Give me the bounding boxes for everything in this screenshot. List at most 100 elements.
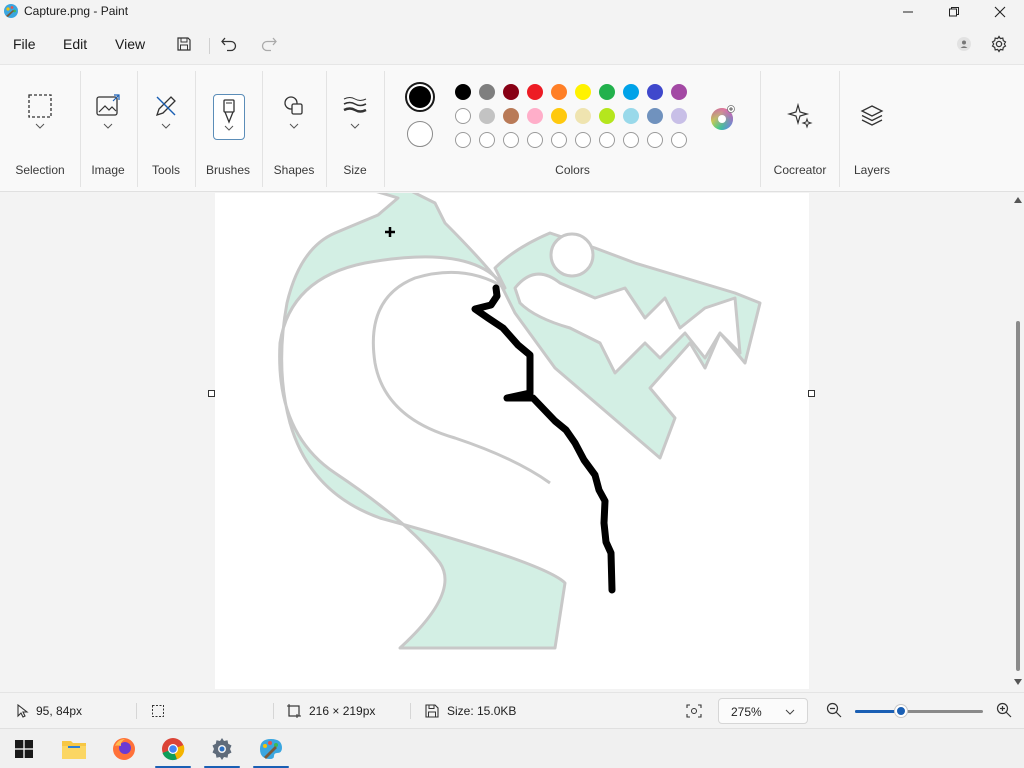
custom-color-slot[interactable] xyxy=(503,132,519,148)
restore-button[interactable] xyxy=(931,0,977,24)
file-explorer-icon[interactable] xyxy=(54,729,94,768)
account-icon[interactable] xyxy=(953,33,975,55)
color-swatch[interactable] xyxy=(599,108,615,124)
image-group: Image xyxy=(80,65,136,193)
menu-bar: File Edit View xyxy=(0,26,1024,62)
scrollbar-thumb[interactable] xyxy=(1016,321,1020,671)
status-separator xyxy=(273,703,274,719)
canvas-size-icon xyxy=(287,704,301,718)
minimize-icon xyxy=(903,11,913,13)
selection-button[interactable] xyxy=(22,93,58,141)
taskbar xyxy=(0,728,1024,768)
color-swatch[interactable] xyxy=(671,108,687,124)
cocreator-button[interactable] xyxy=(782,103,818,151)
custom-color-slot[interactable] xyxy=(671,132,687,148)
menu-edit[interactable]: Edit xyxy=(63,36,87,52)
shapes-group: Shapes xyxy=(263,65,325,193)
color-swatch[interactable] xyxy=(623,84,639,100)
color-swatch[interactable] xyxy=(599,84,615,100)
zoom-slider[interactable] xyxy=(855,710,983,713)
resize-handle-left[interactable] xyxy=(208,390,215,397)
custom-color-slot[interactable] xyxy=(479,132,495,148)
status-bar: 95, 84px 216 × 219px Size: 15.0KB 275% xyxy=(0,692,1024,728)
layers-button[interactable] xyxy=(854,103,890,151)
settings-icon[interactable] xyxy=(202,729,242,768)
cursor-position: 95, 84px xyxy=(16,704,82,718)
windows-start-icon[interactable] xyxy=(4,729,44,768)
paint-palette-icon xyxy=(3,3,19,19)
scroll-down-icon[interactable] xyxy=(1014,679,1022,685)
color-swatch[interactable] xyxy=(575,108,591,124)
zoom-out-button[interactable] xyxy=(826,702,842,718)
chrome-icon[interactable] xyxy=(153,729,193,768)
selection-rect-icon xyxy=(28,94,52,118)
color-swatch[interactable] xyxy=(575,84,591,100)
size-button[interactable] xyxy=(337,93,373,141)
color-swatch[interactable] xyxy=(455,108,471,124)
custom-color-slot[interactable] xyxy=(647,132,663,148)
paint-icon[interactable] xyxy=(251,729,291,768)
resize-handle-right[interactable] xyxy=(808,390,815,397)
drawing-canvas[interactable] xyxy=(215,193,809,689)
secondary-color-swatch[interactable] xyxy=(407,121,433,147)
zoom-in-button[interactable] xyxy=(996,702,1012,718)
color-wheel-icon xyxy=(711,105,735,130)
scroll-up-icon[interactable] xyxy=(1014,197,1022,203)
close-icon xyxy=(994,6,1006,18)
color-swatch[interactable] xyxy=(527,108,543,124)
settings-gear-icon[interactable] xyxy=(988,33,1010,55)
brushes-button[interactable] xyxy=(213,94,245,140)
custom-color-slot[interactable] xyxy=(551,132,567,148)
redo-icon[interactable] xyxy=(258,33,280,55)
size-label: Size xyxy=(343,163,367,177)
edit-colors-button[interactable] xyxy=(710,105,736,131)
color-swatch[interactable] xyxy=(647,84,663,100)
color-swatch[interactable] xyxy=(647,108,663,124)
cocreator-sparkle-icon xyxy=(787,103,813,129)
color-swatch[interactable] xyxy=(527,84,543,100)
selection-label: Selection xyxy=(15,163,65,177)
color-swatch[interactable] xyxy=(623,108,639,124)
custom-color-slot[interactable] xyxy=(575,132,591,148)
zoom-slider-thumb[interactable] xyxy=(895,705,908,717)
ribbon-toolbar: Selection Image Tools Brushes Shapes Siz… xyxy=(0,64,1024,192)
color-swatch[interactable] xyxy=(503,84,519,100)
zoom-out-icon xyxy=(826,702,842,718)
colors-label: Colors xyxy=(555,163,590,177)
layers-group: Layers xyxy=(840,65,904,193)
undo-icon[interactable] xyxy=(218,33,240,55)
colors-group: Colors xyxy=(385,65,760,193)
minimize-button[interactable] xyxy=(885,0,931,24)
chevron-down-icon xyxy=(224,125,234,131)
color-swatch[interactable] xyxy=(479,108,495,124)
zoom-dropdown[interactable]: 275% xyxy=(718,698,808,724)
menu-file[interactable]: File xyxy=(13,36,36,52)
selection-group: Selection xyxy=(0,65,80,193)
color-swatch[interactable] xyxy=(551,84,567,100)
custom-color-slot[interactable] xyxy=(623,132,639,148)
color-swatch[interactable] xyxy=(455,84,471,100)
canvas-workspace xyxy=(0,193,1012,690)
tools-label: Tools xyxy=(151,163,180,177)
shapes-button[interactable] xyxy=(276,93,312,141)
image-button[interactable] xyxy=(90,93,126,141)
tools-group: Tools xyxy=(138,65,194,193)
title-bar: Capture.png - Paint xyxy=(0,0,1024,24)
custom-color-slot[interactable] xyxy=(455,132,471,148)
color-swatch[interactable] xyxy=(479,84,495,100)
zoom-in-icon xyxy=(996,702,1012,718)
close-button[interactable] xyxy=(977,0,1023,24)
primary-color-swatch[interactable] xyxy=(405,82,435,112)
custom-color-slot[interactable] xyxy=(599,132,615,148)
color-swatch[interactable] xyxy=(551,108,567,124)
firefox-icon[interactable] xyxy=(104,729,144,768)
save-icon[interactable] xyxy=(173,33,195,55)
tools-button[interactable] xyxy=(148,93,184,141)
pointer-icon xyxy=(17,704,29,718)
custom-color-slot[interactable] xyxy=(527,132,543,148)
color-swatch[interactable] xyxy=(671,84,687,100)
color-swatch[interactable] xyxy=(503,108,519,124)
vertical-scrollbar[interactable] xyxy=(1012,193,1024,690)
menu-view[interactable]: View xyxy=(115,36,145,52)
fit-to-window-button[interactable] xyxy=(686,704,702,718)
